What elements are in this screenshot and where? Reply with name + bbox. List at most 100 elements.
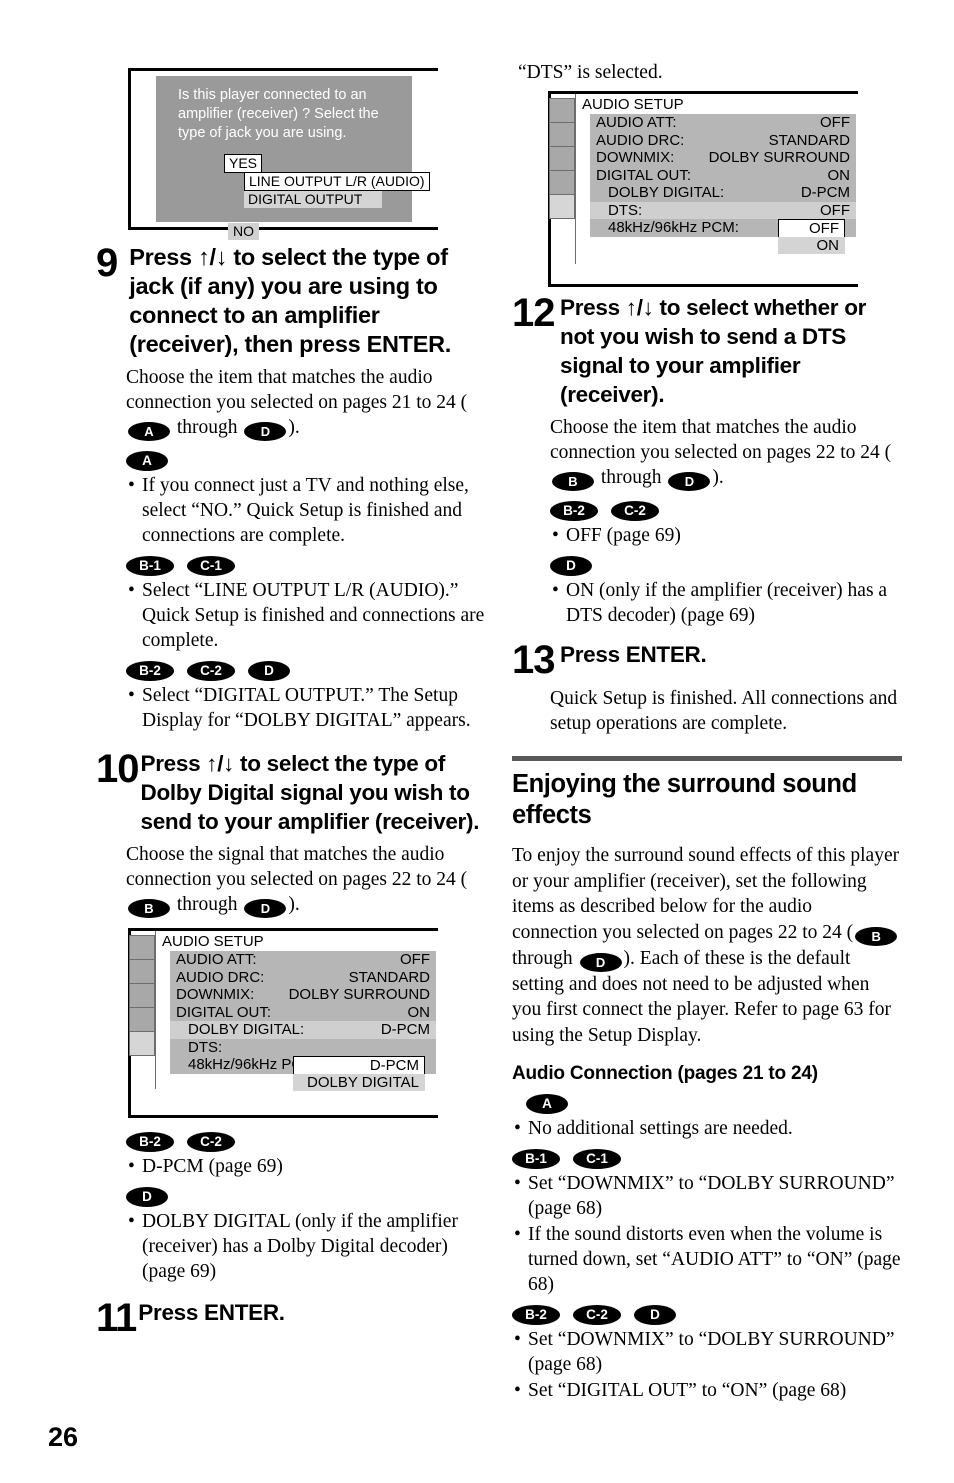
audio-setup-osd: AUDIO SETUP AUDIO ATT: OFF AUDIO DRC: STAN… bbox=[129, 931, 437, 1091]
list-item: ON (only if the amplifier (receiver) has… bbox=[550, 578, 902, 628]
bullet-list: OFF (page 69) bbox=[550, 523, 902, 548]
badge-d: D bbox=[550, 556, 592, 576]
setup-row-dolby-digital[interactable]: DOLBY DIGITAL: D-PCM bbox=[170, 1021, 436, 1039]
step-11-number: 11 bbox=[96, 1296, 137, 1340]
setup-tab-2[interactable] bbox=[129, 959, 155, 984]
setup-row-dts[interactable]: DTS: OFF bbox=[590, 201, 856, 219]
section-heading: Enjoying the surround sound effects bbox=[512, 770, 857, 829]
badge-row: B-1 C-1 bbox=[126, 556, 486, 576]
setup-tab-5[interactable] bbox=[549, 194, 575, 219]
setup-row[interactable]: AUDIO DRC: STANDARD bbox=[170, 969, 436, 987]
subsection-heading-audio-connection: Audio Connection (pages 21 to 24) bbox=[512, 1063, 818, 1084]
step-11-title: Press ENTER. bbox=[138, 1300, 285, 1325]
setup-title: AUDIO SETUP bbox=[582, 96, 684, 113]
setup-row-key: AUDIO DRC: bbox=[596, 131, 685, 149]
inline-badge-d: D bbox=[244, 899, 287, 918]
badge-b-1: B-1 bbox=[512, 1149, 560, 1169]
setup-row[interactable]: AUDIO ATT: OFF bbox=[590, 114, 856, 132]
badge-row: B-2 C-2 D bbox=[126, 661, 486, 681]
setup-row-value: D-PCM bbox=[380, 1021, 430, 1038]
osd-option-yes[interactable]: YES bbox=[224, 154, 263, 173]
badge-row: B-1 C-1 bbox=[512, 1149, 902, 1169]
setup-row[interactable]: DIGITAL OUT: ON bbox=[170, 1004, 436, 1022]
setup-row-key: DOWNMIX: bbox=[596, 149, 675, 166]
step-9-body-end: ). bbox=[288, 417, 300, 438]
list-item: Set “DOWNMIX” to “DOLBY SURROUND” (page … bbox=[512, 1327, 902, 1377]
step-9-body: Choose the item that matches the audio c… bbox=[126, 365, 486, 441]
setup-body: AUDIO SETUP AUDIO ATT: OFF AUDIO DRC: STAN… bbox=[155, 931, 437, 1091]
setup-row-value: ON bbox=[827, 166, 851, 184]
setup-row-key: 48kHz/96kHz PCM: bbox=[608, 219, 739, 236]
setup-tab-5[interactable] bbox=[129, 1031, 155, 1056]
osd-option-no[interactable]: NO bbox=[228, 223, 259, 240]
inline-badge-b: B bbox=[855, 926, 898, 946]
badge-row: B-2 C-2 bbox=[550, 501, 902, 521]
badge-c-1: C-1 bbox=[187, 556, 235, 576]
list-item: If you connect just a TV and nothing els… bbox=[126, 473, 486, 548]
osd-question: Is this player connected to an amplifier… bbox=[178, 87, 379, 141]
setup-row[interactable]: DOWNMIX: DOLBY SURROUND bbox=[170, 986, 436, 1004]
setup-row-key: AUDIO ATT: bbox=[176, 951, 257, 968]
setup-row-key: DTS: bbox=[188, 1038, 223, 1056]
setup-tab-3[interactable] bbox=[129, 983, 155, 1008]
inline-badge-a: A bbox=[128, 422, 170, 441]
section-lead-a: To enjoy the surround sound effects of t… bbox=[512, 845, 900, 943]
setup-tab-1[interactable] bbox=[549, 98, 575, 123]
step-13-title: Press ENTER. bbox=[560, 642, 707, 667]
setup-tab-strip bbox=[129, 935, 155, 1056]
page-number: 26 bbox=[48, 1422, 79, 1452]
badge-b-2: B-2 bbox=[550, 501, 598, 521]
setup-tab-4[interactable] bbox=[129, 1007, 155, 1032]
list-item: No additional settings are needed. bbox=[512, 1116, 902, 1141]
setup-tab-4[interactable] bbox=[549, 170, 575, 195]
setup-row-dolby-digital[interactable]: DOLBY DIGITAL: D-PCM bbox=[590, 184, 856, 202]
step-12-groups: B-2 C-2 OFF (page 69) D ON (only if the … bbox=[550, 501, 902, 628]
inline-badge-d: D bbox=[668, 472, 711, 491]
setup-row-value: OFF bbox=[400, 951, 430, 968]
setup-body: AUDIO SETUP AUDIO ATT: OFF AUDIO DRC: STAN… bbox=[575, 94, 857, 264]
setup-row[interactable]: DOWNMIX: DOLBY SURROUND bbox=[590, 149, 856, 167]
bullet-list: ON (only if the amplifier (receiver) has… bbox=[550, 578, 902, 628]
setup-tab-2[interactable] bbox=[549, 122, 575, 147]
figure-caption-dts-selected: “DTS” is selected. bbox=[518, 62, 663, 83]
step-10-groups: B-2 C-2 D-PCM (page 69) D DOLBY DIGITAL … bbox=[126, 1132, 486, 1284]
setup-tab-3[interactable] bbox=[549, 146, 575, 171]
manual-page: Is this player connected to an amplifier… bbox=[0, 0, 954, 1483]
step-9-body-text: Choose the item that matches the audio c… bbox=[126, 367, 468, 413]
setup-title: AUDIO SETUP bbox=[162, 933, 264, 950]
popup-option-other[interactable]: DOLBY DIGITAL bbox=[293, 1073, 425, 1091]
step-10-title: Press ↑/↓ to select the type of Dolby Di… bbox=[140, 751, 480, 834]
badge-c-2: C-2 bbox=[573, 1305, 621, 1325]
step-12-body-mid: through bbox=[596, 467, 667, 488]
bullet-list: If you connect just a TV and nothing els… bbox=[126, 473, 486, 548]
step-12-body: Choose the item that matches the audio c… bbox=[550, 415, 902, 491]
osd-dialog: Is this player connected to an amplifier… bbox=[156, 76, 430, 240]
osd-option-line-output[interactable]: LINE OUTPUT L/R (AUDIO) bbox=[244, 172, 430, 191]
setup-tab-strip bbox=[549, 98, 575, 219]
badge-d: D bbox=[248, 661, 290, 681]
figure-audio-setup-right: AUDIO SETUP AUDIO ATT: OFF AUDIO DRC: STAN… bbox=[512, 91, 902, 291]
osd-option-digital-output[interactable]: DIGITAL OUTPUT bbox=[244, 191, 382, 208]
right-column: “DTS” is selected. AUDIO SETUP AUDIO ATT… bbox=[512, 0, 902, 1409]
bullet-list: No additional settings are needed. bbox=[512, 1116, 902, 1141]
step-11: 11 Press ENTER. bbox=[96, 1298, 486, 1338]
badge-b-1: B-1 bbox=[126, 556, 174, 576]
step-9: 9 Press ↑/↓ to select the type of jack (… bbox=[96, 243, 486, 359]
badge-row: B-2 C-2 bbox=[126, 1132, 486, 1152]
step-10-body: Choose the signal that matches the audio… bbox=[126, 842, 486, 918]
step-12-body-text: Choose the item that matches the audio c… bbox=[550, 417, 892, 463]
setup-row[interactable]: AUDIO ATT: OFF bbox=[170, 951, 436, 969]
step-9-number: 9 bbox=[96, 241, 118, 285]
inline-badge-d: D bbox=[579, 952, 622, 972]
setup-tab-1[interactable] bbox=[129, 935, 155, 960]
figure-audio-setup-left: AUDIO SETUP AUDIO ATT: OFF AUDIO DRC: STAN… bbox=[96, 928, 486, 1124]
bullet-list: D-PCM (page 69) bbox=[126, 1154, 486, 1179]
badge-d: D bbox=[126, 1187, 168, 1207]
setup-row[interactable]: AUDIO DRC: STANDARD bbox=[590, 132, 856, 150]
popup-option-other[interactable]: ON bbox=[778, 236, 845, 254]
setup-row-key: DIGITAL OUT: bbox=[176, 1003, 272, 1021]
setup-row-value: OFF bbox=[820, 114, 850, 131]
setup-row-dts[interactable]: DTS: bbox=[170, 1039, 436, 1057]
setup-row[interactable]: DIGITAL OUT: ON bbox=[590, 167, 856, 185]
badge-c-2: C-2 bbox=[187, 661, 235, 681]
